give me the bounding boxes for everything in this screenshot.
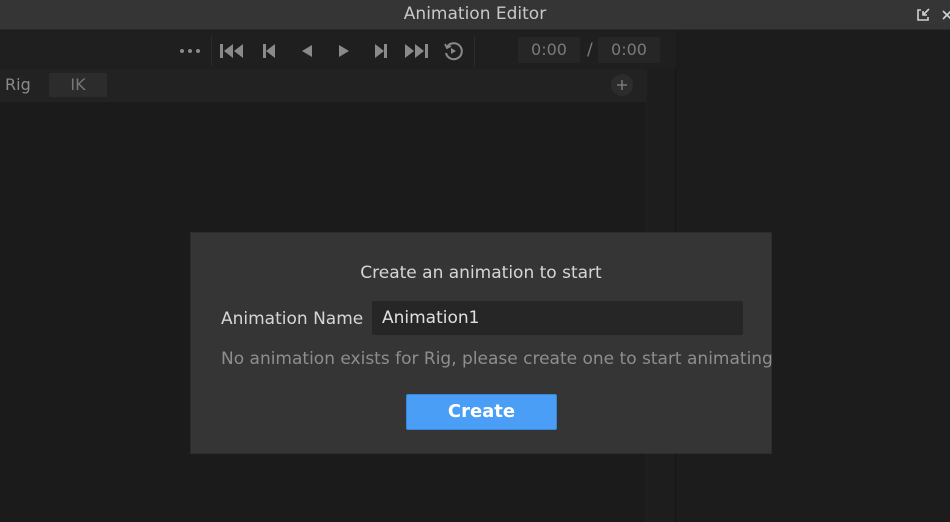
ik-button[interactable]: IK <box>49 73 107 97</box>
window-title: Animation Editor <box>403 4 547 24</box>
animation-name-input[interactable] <box>372 301 743 335</box>
animation-name-label: Animation Name <box>221 309 364 329</box>
no-animation-hint: No animation exists for Rig, please crea… <box>221 349 773 369</box>
skip-to-start-icon[interactable] <box>216 38 248 64</box>
create-button[interactable]: Create <box>406 394 557 430</box>
close-icon[interactable] <box>938 6 950 24</box>
toolbar-divider <box>211 36 212 66</box>
previous-keyframe-icon[interactable] <box>253 38 285 64</box>
time-separator: / <box>587 40 593 60</box>
rig-label: Rig <box>5 75 31 94</box>
skip-to-end-icon[interactable] <box>400 38 432 64</box>
title-bar: Animation Editor <box>0 0 950 30</box>
next-keyframe-icon[interactable] <box>365 38 397 64</box>
dialog-title: Create an animation to start <box>360 263 602 283</box>
loop-icon[interactable] <box>437 38 469 64</box>
current-time-field[interactable]: 0:00 <box>518 37 580 63</box>
create-animation-dialog: Create an animation to start Animation N… <box>190 232 773 454</box>
dock-icon[interactable] <box>914 6 932 24</box>
toolbar-divider <box>474 36 475 66</box>
plus-icon[interactable] <box>611 74 633 96</box>
play-icon[interactable] <box>328 38 360 64</box>
more-icon[interactable] <box>174 38 206 64</box>
total-time-field[interactable]: 0:00 <box>598 37 660 63</box>
play-reverse-icon[interactable] <box>291 38 323 64</box>
